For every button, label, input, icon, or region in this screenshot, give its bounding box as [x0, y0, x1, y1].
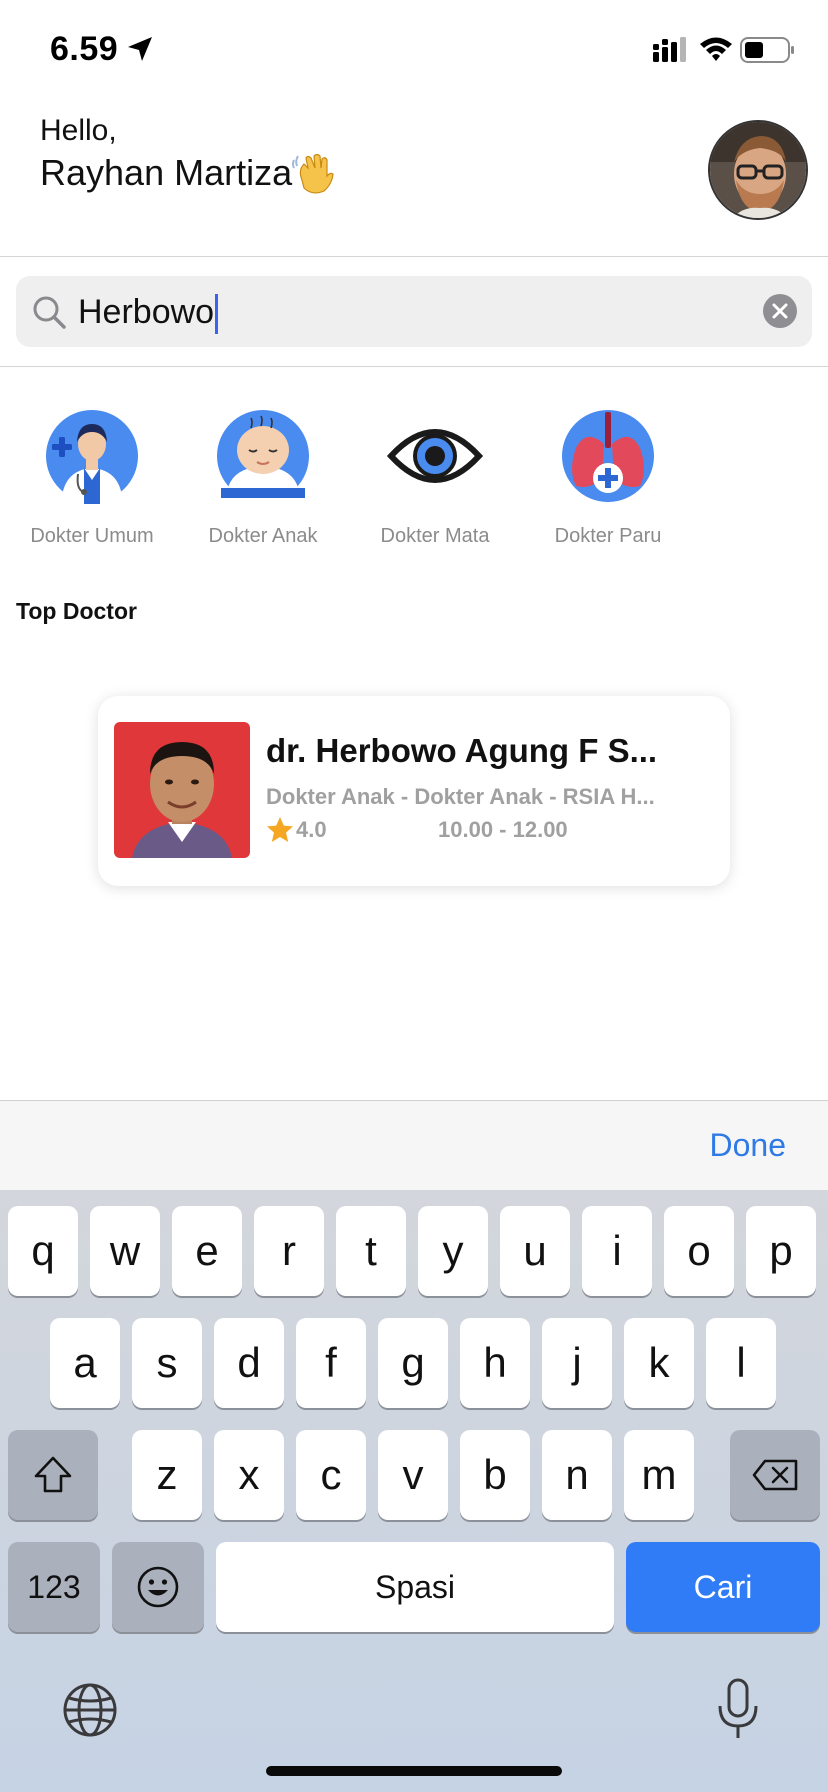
key-a[interactable]: a	[50, 1318, 120, 1408]
battery-icon	[740, 37, 794, 63]
key-i[interactable]: i	[582, 1206, 652, 1296]
emoji-smiley-icon	[137, 1566, 179, 1608]
key-c[interactable]: c	[296, 1430, 366, 1520]
avatar[interactable]	[708, 120, 808, 220]
key-l[interactable]: l	[706, 1318, 776, 1408]
key-q[interactable]: q	[8, 1206, 78, 1296]
cellular-signal-icon	[653, 37, 686, 62]
search-input[interactable]: Herbowo	[78, 290, 219, 335]
key-j[interactable]: j	[542, 1318, 612, 1408]
eye-icon	[386, 429, 484, 483]
doctor-card[interactable]: dr. Herbowo Agung F S... Dokter Anak - D…	[98, 696, 730, 886]
star-icon	[267, 817, 293, 842]
key-r[interactable]: r	[254, 1206, 324, 1296]
category-dokter-umum[interactable]: Dokter Umum	[17, 404, 167, 548]
status-time: 6.59	[50, 30, 119, 68]
keyboard-accessory-bar: Done	[0, 1100, 828, 1190]
key-p[interactable]: p	[746, 1206, 816, 1296]
space-key[interactable]: Spasi	[216, 1542, 614, 1632]
done-button[interactable]: Done	[710, 1127, 787, 1164]
search-key[interactable]: Cari	[626, 1542, 820, 1632]
search-bar[interactable]: Herbowo	[16, 276, 812, 347]
globe-icon[interactable]	[62, 1682, 118, 1738]
greeting-text: Hello,	[40, 114, 117, 147]
key-x[interactable]: x	[214, 1430, 284, 1520]
search-icon	[33, 296, 66, 329]
key-m[interactable]: m	[624, 1430, 694, 1520]
doctor-rating: 4.0	[296, 817, 327, 842]
user-name: Rayhan Martiza	[40, 152, 293, 193]
key-n[interactable]: n	[542, 1430, 612, 1520]
key-t[interactable]: t	[336, 1206, 406, 1296]
key-k[interactable]: k	[624, 1318, 694, 1408]
key-e[interactable]: e	[172, 1206, 242, 1296]
avatar-photo	[710, 122, 806, 218]
location-arrow-icon	[128, 37, 152, 61]
category-label: Dokter Anak	[208, 525, 318, 547]
key-h[interactable]: h	[460, 1318, 530, 1408]
doctor-name: dr. Herbowo Agung F S...	[266, 732, 658, 769]
keyboard: q w e r t y u i o p a s d f g h j k l z …	[0, 1190, 828, 1792]
key-s[interactable]: s	[132, 1318, 202, 1408]
text-caret	[215, 294, 219, 335]
key-b[interactable]: b	[460, 1430, 530, 1520]
category-label: Dokter Umum	[30, 525, 154, 547]
category-dokter-anak[interactable]: Dokter Anak	[188, 404, 338, 548]
key-g[interactable]: g	[378, 1318, 448, 1408]
key-o[interactable]: o	[664, 1206, 734, 1296]
key-f[interactable]: f	[296, 1318, 366, 1408]
category-dokter-paru[interactable]: Dokter Paru	[533, 404, 683, 548]
category-label: Dokter Mata	[380, 525, 490, 547]
home-indicator	[266, 1766, 562, 1776]
shift-key[interactable]	[8, 1430, 98, 1520]
key-z[interactable]: z	[132, 1430, 202, 1520]
emoji-key[interactable]	[112, 1542, 204, 1632]
clear-search-icon[interactable]	[763, 294, 797, 328]
wifi-icon	[700, 37, 732, 61]
header-divider	[0, 256, 828, 257]
pediatrician-icon	[217, 410, 309, 504]
key-w[interactable]: w	[90, 1206, 160, 1296]
microphone-icon[interactable]	[716, 1678, 760, 1740]
backspace-key[interactable]	[730, 1430, 820, 1520]
category-label: Dokter Paru	[554, 525, 662, 547]
status-bar: 6.59	[0, 0, 828, 100]
search-input-value: Herbowo	[78, 293, 215, 331]
general-doctor-icon	[46, 410, 138, 504]
key-d[interactable]: d	[214, 1318, 284, 1408]
doctor-specialty: Dokter Anak - Dokter Anak - RSIA H...	[266, 784, 655, 809]
doctor-photo	[114, 722, 250, 858]
key-v[interactable]: v	[378, 1430, 448, 1520]
search-divider	[0, 366, 828, 367]
lungs-icon	[562, 410, 654, 502]
waving-hand-icon	[292, 153, 334, 194]
key-y[interactable]: y	[418, 1206, 488, 1296]
category-dokter-mata[interactable]: Dokter Mata	[360, 404, 510, 548]
numbers-key[interactable]: 123	[8, 1542, 100, 1632]
key-u[interactable]: u	[500, 1206, 570, 1296]
shift-arrow-icon	[34, 1456, 72, 1493]
backspace-icon	[752, 1459, 798, 1491]
doctor-hours: 10.00 - 12.00	[438, 817, 568, 842]
section-title: Top Doctor	[16, 598, 137, 624]
